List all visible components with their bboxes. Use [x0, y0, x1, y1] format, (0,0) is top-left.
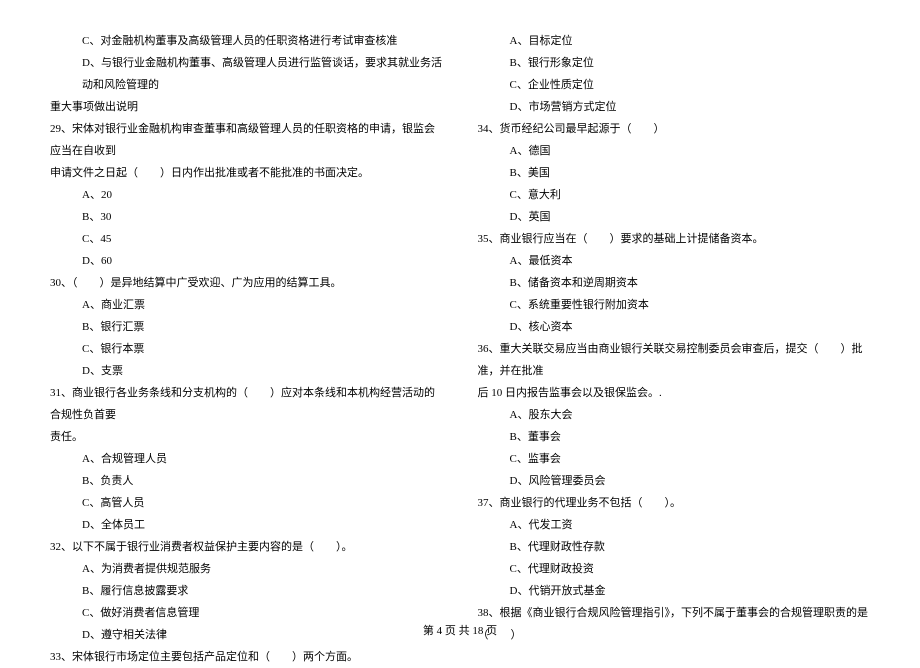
- q35-option-b: B、储备资本和逆周期资本: [478, 272, 871, 294]
- q30-option-c: C、银行本票: [50, 338, 443, 360]
- q28-option-c: C、对金融机构董事及高级管理人员的任职资格进行考试审查核准: [50, 30, 443, 52]
- q35-text: 35、商业银行应当在（ ）要求的基础上计提储备资本。: [478, 228, 871, 250]
- q32-option-b: B、履行信息披露要求: [50, 580, 443, 602]
- q34-option-a: A、德国: [478, 140, 871, 162]
- page-footer: 第 4 页 共 18 页: [0, 622, 920, 638]
- q36-option-c: C、监事会: [478, 448, 871, 470]
- q28-option-d: D、与银行业金融机构董事、高级管理人员进行监管谈话，要求其就业务活动和风险管理的: [50, 52, 443, 96]
- document-page: C、对金融机构董事及高级管理人员的任职资格进行考试审查核准 D、与银行业金融机构…: [0, 0, 920, 668]
- q33-option-c: C、企业性质定位: [478, 74, 871, 96]
- q34-option-d: D、英国: [478, 206, 871, 228]
- q37-option-d: D、代销开放式基金: [478, 580, 871, 602]
- q37-option-c: C、代理财政投资: [478, 558, 871, 580]
- q32-option-c: C、做好消费者信息管理: [50, 602, 443, 624]
- q34-text: 34、货币经纪公司最早起源于（ ）: [478, 118, 871, 140]
- q35-option-c: C、系统重要性银行附加资本: [478, 294, 871, 316]
- q33-option-a: A、目标定位: [478, 30, 871, 52]
- q36-text: 36、重大关联交易应当由商业银行关联交易控制委员会审查后，提交（ ）批准，并在批…: [478, 338, 871, 382]
- q30-option-b: B、银行汇票: [50, 316, 443, 338]
- q37-text: 37、商业银行的代理业务不包括（ ）。: [478, 492, 871, 514]
- q32-text: 32、以下不属于银行业消费者权益保护主要内容的是（ ）。: [50, 536, 443, 558]
- q30-text: 30、（ ）是异地结算中广受欢迎、广为应用的结算工具。: [50, 272, 443, 294]
- q36-option-a: A、股东大会: [478, 404, 871, 426]
- q31-text-cont: 责任。: [50, 426, 443, 448]
- q29-option-c: C、45: [50, 228, 443, 250]
- q36-text-cont: 后 10 日内报告监事会以及银保监会。.: [478, 382, 871, 404]
- q29-option-a: A、20: [50, 184, 443, 206]
- q33-option-d: D、市场营销方式定位: [478, 96, 871, 118]
- q30-option-d: D、支票: [50, 360, 443, 382]
- q28-option-d-cont: 重大事项做出说明: [50, 96, 443, 118]
- right-column: A、目标定位 B、银行形象定位 C、企业性质定位 D、市场营销方式定位 34、货…: [478, 30, 871, 668]
- q29-text: 29、宋体对银行业金融机构审查董事和高级管理人员的任职资格的申请，银监会应当在自…: [50, 118, 443, 162]
- q33-option-b: B、银行形象定位: [478, 52, 871, 74]
- q36-option-b: B、董事会: [478, 426, 871, 448]
- q35-option-d: D、核心资本: [478, 316, 871, 338]
- q30-option-a: A、商业汇票: [50, 294, 443, 316]
- q34-option-b: B、美国: [478, 162, 871, 184]
- q37-option-b: B、代理财政性存款: [478, 536, 871, 558]
- q33-text: 33、宋体银行市场定位主要包括产品定位和（ ）两个方面。: [50, 646, 443, 668]
- q35-option-a: A、最低资本: [478, 250, 871, 272]
- q31-option-a: A、合规管理人员: [50, 448, 443, 470]
- q29-text-cont: 申请文件之日起（ ）日内作出批准或者不能批准的书面决定。: [50, 162, 443, 184]
- q29-option-d: D、60: [50, 250, 443, 272]
- left-column: C、对金融机构董事及高级管理人员的任职资格进行考试审查核准 D、与银行业金融机构…: [50, 30, 443, 668]
- q37-option-a: A、代发工资: [478, 514, 871, 536]
- q34-option-c: C、意大利: [478, 184, 871, 206]
- q31-text: 31、商业银行各业务条线和分支机构的（ ）应对本条线和本机构经营活动的合规性负首…: [50, 382, 443, 426]
- q31-option-c: C、高管人员: [50, 492, 443, 514]
- q32-option-a: A、为消费者提供规范服务: [50, 558, 443, 580]
- q31-option-d: D、全体员工: [50, 514, 443, 536]
- q29-option-b: B、30: [50, 206, 443, 228]
- q31-option-b: B、负责人: [50, 470, 443, 492]
- q36-option-d: D、风险管理委员会: [478, 470, 871, 492]
